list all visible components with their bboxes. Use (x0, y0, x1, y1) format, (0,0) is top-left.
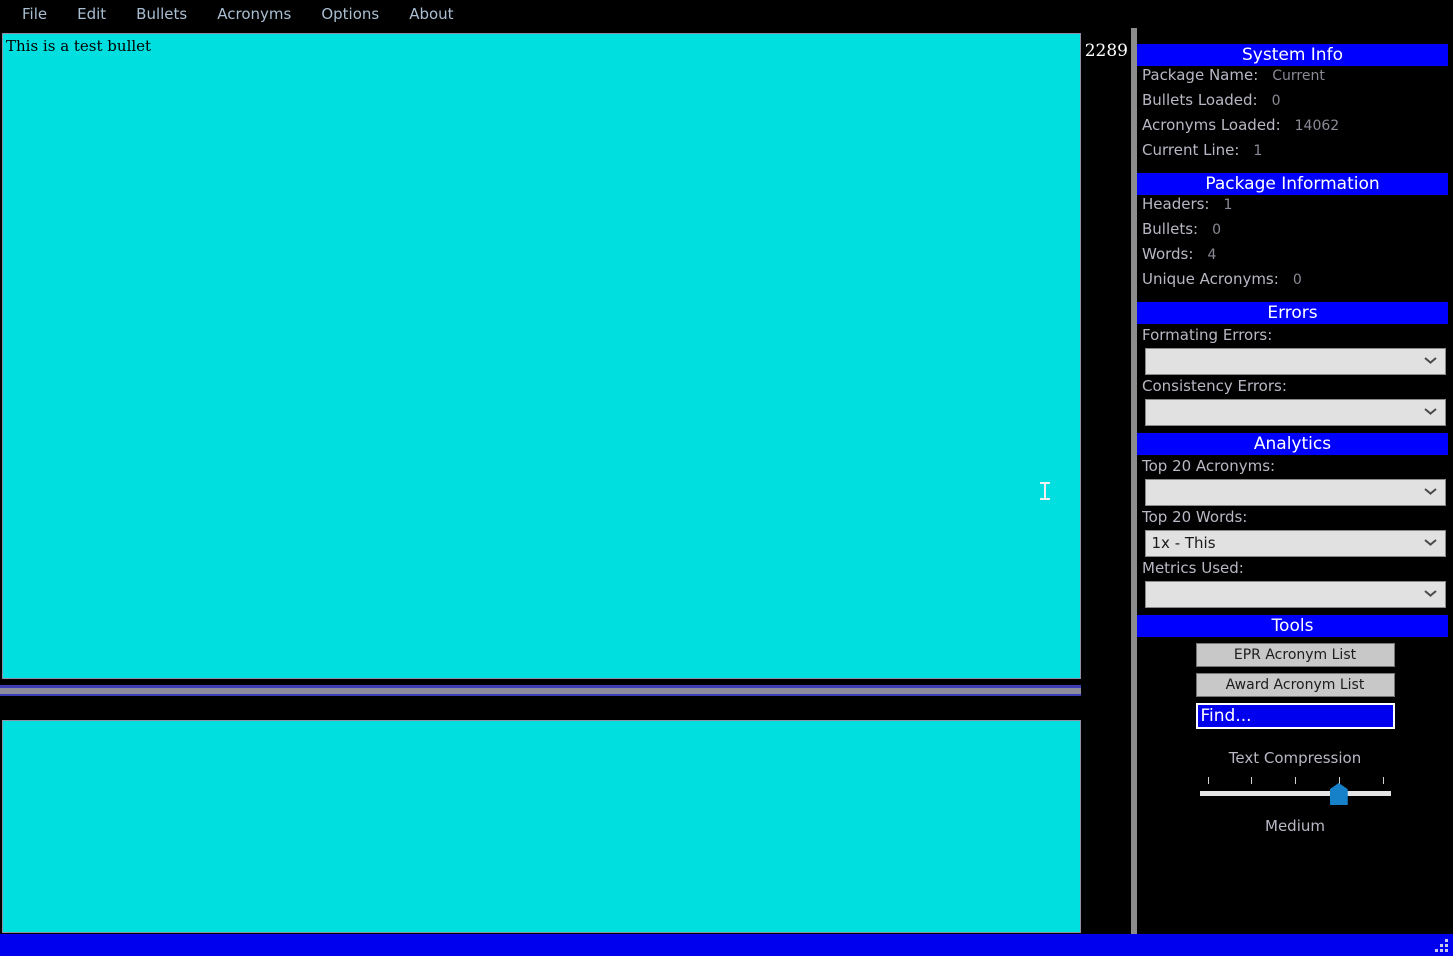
award-acronym-list-button[interactable]: Award Acronym List (1195, 673, 1395, 697)
menu-item-file[interactable]: File (8, 1, 61, 27)
row-bullets-loaded: Bullets Loaded: 0 (1137, 91, 1453, 116)
label-acronyms-loaded: Acronyms Loaded: (1142, 116, 1281, 134)
sidebar-panel: System Info Package Name: Current Bullet… (1137, 28, 1453, 934)
label-unique-acronyms: Unique Acronyms: (1142, 270, 1279, 288)
label-consistency-errors: Consistency Errors: (1142, 377, 1287, 395)
chevron-down-icon (1425, 488, 1436, 495)
label-top-20-words: Top 20 Words: (1142, 508, 1248, 526)
row-unique-acronyms: Unique Acronyms: 0 (1137, 270, 1453, 295)
row-words: Words: 4 (1137, 245, 1453, 270)
label-top-20-acronyms: Top 20 Acronyms: (1142, 457, 1276, 475)
row-acronyms-loaded: Acronyms Loaded: 14062 (1137, 116, 1453, 141)
value-words: 4 (1207, 247, 1217, 263)
dropdown-formatting-errors[interactable] (1144, 348, 1446, 375)
menu-item-edit[interactable]: Edit (63, 1, 120, 27)
label-bullets-loaded: Bullets Loaded: (1142, 91, 1258, 109)
row-package-name: Package Name: Current (1137, 66, 1453, 91)
slider-thumb[interactable] (1329, 783, 1348, 805)
resize-grip[interactable] (1433, 937, 1451, 955)
row-headers: Headers: 1 (1137, 195, 1453, 220)
row-current-line: Current Line: 1 (1137, 141, 1453, 166)
value-current-line: 1 (1253, 143, 1263, 159)
dropdown-consistency-errors[interactable] (1144, 399, 1446, 426)
editor-column: This is a test bullet (0, 28, 1085, 956)
application-window: File Edit Bullets Acronyms Options About… (0, 0, 1453, 956)
chevron-down-icon (1425, 408, 1436, 415)
chevron-down-icon (1425, 357, 1436, 364)
value-headers: 1 (1223, 197, 1233, 213)
epr-acronym-list-button[interactable]: EPR Acronym List (1195, 643, 1395, 667)
label-words: Words: (1142, 245, 1194, 263)
value-unique-acronyms: 0 (1292, 272, 1302, 288)
section-header-system-info: System Info (1137, 44, 1448, 66)
secondary-text-editor[interactable] (2, 720, 1081, 933)
value-acronyms-loaded: 14062 (1294, 118, 1340, 134)
menu-item-acronyms[interactable]: Acronyms (203, 1, 305, 27)
label-formatting-errors: Formating Errors: (1142, 326, 1273, 344)
menu-item-bullets[interactable]: Bullets (122, 1, 201, 27)
slider-track[interactable] (1199, 791, 1391, 796)
label-headers: Headers: (1142, 195, 1210, 213)
dropdown-metrics-used[interactable] (1144, 581, 1446, 608)
section-header-tools: Tools (1137, 615, 1448, 637)
label-text-compression: Text Compression (1228, 749, 1362, 767)
dropdown-top-20-words-value: 1x - This (1151, 534, 1216, 552)
chevron-down-icon (1425, 590, 1436, 597)
value-bullets: 0 (1212, 222, 1222, 238)
text-compression-value: Medium (1265, 817, 1325, 835)
text-compression-slider[interactable] (1196, 775, 1395, 811)
editor-splitter[interactable] (0, 683, 1081, 715)
label-package-name: Package Name: (1142, 66, 1259, 84)
main-text-editor[interactable]: This is a test bullet (2, 33, 1081, 679)
menu-item-options[interactable]: Options (307, 1, 393, 27)
find-button[interactable]: Find... (1195, 703, 1395, 729)
value-package-name: Current (1272, 68, 1325, 84)
row-bullets: Bullets: 0 (1137, 220, 1453, 245)
dropdown-top-20-acronyms[interactable] (1144, 479, 1446, 506)
status-bar (0, 934, 1453, 956)
dropdown-top-20-words[interactable]: 1x - This (1144, 530, 1446, 557)
menu-bar: File Edit Bullets Acronyms Options About (0, 0, 1453, 28)
main-text-editor-content: This is a test bullet (6, 37, 152, 55)
label-metrics-used: Metrics Used: (1142, 559, 1244, 577)
chevron-down-icon (1425, 539, 1436, 546)
section-header-errors: Errors (1137, 302, 1448, 324)
character-counter: 2289 (1084, 28, 1131, 934)
value-bullets-loaded: 0 (1271, 93, 1281, 109)
section-header-analytics: Analytics (1137, 433, 1448, 455)
menu-item-about[interactable]: About (395, 1, 467, 27)
splitter-line-bottom (0, 694, 1081, 696)
label-bullets: Bullets: (1142, 220, 1199, 238)
character-counter-value: 2289 (1084, 41, 1128, 61)
section-header-package-information: Package Information (1137, 173, 1448, 195)
label-current-line: Current Line: (1142, 141, 1240, 159)
